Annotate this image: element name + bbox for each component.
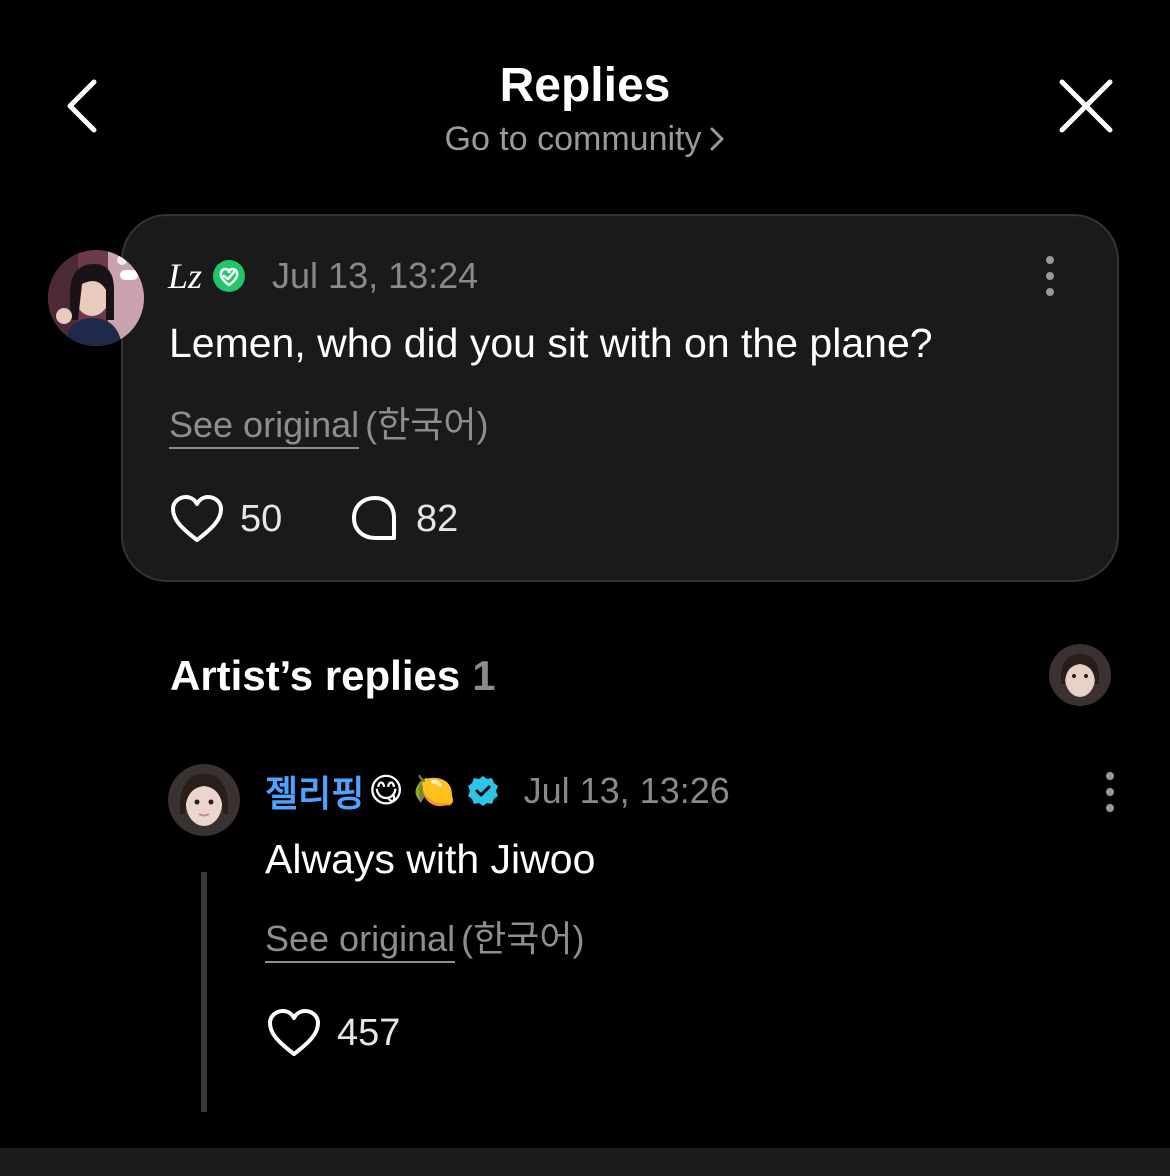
avatar[interactable] bbox=[48, 250, 144, 346]
replies-screen: Replies Go to community Lz Jul 13, 13:24… bbox=[0, 0, 1170, 1176]
verified-badge-icon bbox=[467, 776, 498, 806]
reply-see-original-link[interactable]: See original bbox=[265, 918, 456, 963]
artist-replies-title: Artist’s replies bbox=[170, 652, 461, 699]
reply-more-button[interactable] bbox=[1096, 770, 1124, 814]
reply-author[interactable]: 젤리핑 bbox=[265, 765, 364, 817]
more-vertical-icon bbox=[1106, 772, 1114, 812]
membership-check-icon bbox=[213, 260, 246, 292]
chevron-right-icon bbox=[709, 122, 725, 161]
comment-header: Lz Jul 13, 13:24 bbox=[168, 252, 478, 300]
reply-text: Always with Jiwoo bbox=[265, 836, 596, 882]
like-count: 50 bbox=[240, 497, 283, 540]
reply-avatar[interactable] bbox=[168, 764, 240, 836]
close-button[interactable] bbox=[1052, 74, 1120, 138]
author-emojis: 😋 🍋 bbox=[368, 772, 456, 810]
speech-bubble-icon bbox=[352, 496, 396, 540]
heart-icon bbox=[171, 495, 223, 542]
close-icon bbox=[1059, 79, 1113, 133]
reply-original-language: (한국어) bbox=[461, 918, 585, 959]
thread-line bbox=[201, 872, 207, 1112]
see-original-link[interactable]: See original bbox=[169, 404, 360, 449]
reply-timestamp: Jul 13, 13:26 bbox=[523, 770, 730, 811]
comment-text: Lemen, who did you sit with on the plane… bbox=[169, 320, 933, 366]
reply-count: 82 bbox=[416, 497, 459, 540]
reply-button[interactable]: 82 bbox=[350, 494, 458, 544]
like-button[interactable]: 50 bbox=[170, 494, 282, 544]
bottom-bar bbox=[0, 1148, 1170, 1176]
artist-replies-count: 1 bbox=[472, 652, 496, 699]
comment-timestamp: Jul 13, 13:24 bbox=[272, 255, 479, 296]
reply-like-button[interactable]: 457 bbox=[267, 1008, 400, 1058]
original-language: (한국어) bbox=[365, 404, 489, 445]
reply-like-count: 457 bbox=[337, 1011, 401, 1054]
page-title: Replies bbox=[499, 59, 671, 112]
more-vertical-icon bbox=[1046, 256, 1054, 296]
community-link-label: Go to community bbox=[444, 120, 702, 158]
heart-icon bbox=[268, 1009, 320, 1056]
artist-replies-heading: Artist’s replies 1 bbox=[170, 652, 496, 700]
reply-header: 젤리핑 😋 🍋 Jul 13, 13:26 bbox=[265, 766, 730, 816]
go-to-community-link[interactable]: Go to community bbox=[0, 120, 1170, 161]
comment-more-button[interactable] bbox=[1036, 254, 1064, 298]
artist-avatar[interactable] bbox=[1049, 644, 1111, 706]
comment-author[interactable]: Lz bbox=[168, 255, 202, 297]
translation-row: See original (한국어) bbox=[169, 396, 489, 449]
reply-translation-row: See original (한국어) bbox=[265, 910, 585, 963]
